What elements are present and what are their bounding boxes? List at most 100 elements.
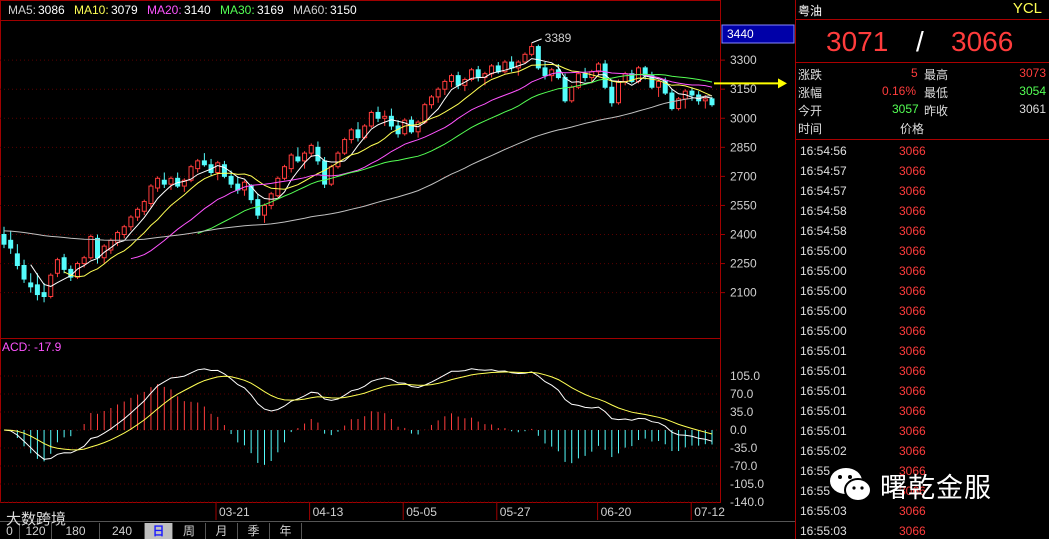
price-axis-label: 2400 [730,228,757,242]
pct-label: 涨幅 [798,86,823,100]
tick-time: 16:55:01 [800,384,847,398]
candle-up [54,259,60,274]
tick-time: 16:54:56 [800,144,847,158]
candle-up [569,86,575,102]
period-quarter[interactable]: 季 [238,523,270,539]
tick-price: 3066 [899,404,926,418]
ma-legend-value: 3140 [184,3,211,17]
period-240[interactable]: 240 [100,523,145,539]
price-axis-label: 2100 [730,286,757,300]
tick-time: 16:55 [800,484,831,498]
tick-time: 16:55:00 [800,244,847,258]
tick-row: 16:55:00 3066 [796,281,1049,301]
candle-down [475,69,481,79]
tick-row: 16:55:00 3066 [796,261,1049,281]
high-marker-pointer [531,38,542,44]
ma-legend-label: MA60: [293,3,328,17]
macd-axis-label: -35.0 [730,441,758,455]
date-axis-label: 03-21 [219,505,250,519]
chart-frame [0,0,721,503]
candle-down [509,61,515,69]
candle-down [95,237,101,259]
kline-chart-svg[interactable]: 3300 3150 3000 2850 2700 2550 2400 2250 2100 3440… [0,0,795,539]
price-axis-label: 3000 [730,111,757,125]
candle-up [81,257,87,265]
candle-up [622,73,628,82]
candle-up [155,177,161,189]
candle-up [195,160,201,170]
time-header: 时间 [798,122,823,136]
date-axis-label: 07-12 [694,505,725,519]
candle-down [34,284,40,296]
period-bar: 0 120 180 240 日 周 月 季 年 [0,521,795,539]
prev-close-value: 3061 [1019,102,1046,116]
candle-up [348,129,354,141]
tick-price: 3066 [899,184,926,198]
wechat-icon [830,468,872,502]
tick-price: 3066 [899,224,926,238]
bid-ask-box: 3071 / 3066 [796,19,1049,63]
tick-row: 16:55:01 3066 [796,401,1049,421]
tick-table-header: 时间 价格 [796,118,1049,140]
price-axis-label: 2550 [730,198,757,212]
candle-down [388,115,394,127]
tick-row: 16:55:01 3066 [796,341,1049,361]
ask-price: 3066 [951,26,1014,57]
period-week[interactable]: 周 [173,523,206,539]
ma10-line [63,63,713,278]
candle-up [529,46,535,55]
tick-price: 3066 [899,204,926,218]
tick-row: 16:54:56 3066 [796,141,1049,161]
ma-legend-label: MA20: [147,3,182,17]
candle-down [669,92,675,110]
prev-close-label: 昨收 [924,104,949,118]
tick-row: 16:55:00 3066 [796,241,1049,261]
ma-legend-label: MA10: [74,3,109,17]
candle-up [141,201,147,212]
candle-down [582,73,588,79]
candle-down [355,129,361,139]
price-axis-label: 3300 [730,53,757,67]
tick-time: 16:54:58 [800,224,847,238]
candle-up [128,216,134,228]
candle-up [261,204,267,216]
ma-legend-value: 3169 [257,3,284,17]
tick-price: 3066 [899,284,926,298]
candle-down [375,111,381,119]
tick-time: 16:54:57 [800,164,847,178]
tick-time: 16:55 [800,464,831,478]
bid-price: 3071 [826,26,889,57]
candle-down [221,164,227,177]
candle-down [555,69,561,79]
candle-up [135,208,141,218]
tick-row: 16:55:01 3066 [796,361,1049,381]
tick-price: 3066 [899,344,926,358]
kline-chart-panel[interactable]: 3300 3150 3000 2850 2700 2550 2400 2250 2100 3440… [0,0,795,539]
candle-down [495,65,501,73]
candle-up [656,80,662,88]
tick-time: 16:55:00 [800,264,847,278]
period-month[interactable]: 月 [206,523,238,539]
tick-price: 3066 [899,164,926,178]
candle-up [615,80,621,104]
candle-down [41,292,47,297]
instrument-code: YCL [1012,0,1042,17]
date-axis-label: 04-13 [313,505,344,519]
date-axis-label: 05-27 [500,505,531,519]
tick-time: 16:54:57 [800,184,847,198]
tick-time: 16:55:01 [800,364,847,378]
tick-price: 3066 [899,504,926,518]
tick-price: 3066 [899,424,926,438]
candle-up [522,53,528,63]
candle-down [709,98,715,106]
candle-down [689,90,695,96]
period-year[interactable]: 年 [270,523,302,539]
period-day[interactable]: 日 [145,523,173,539]
quote-row-change: 涨跌 5 最高 3073 [796,64,1049,82]
pct-value: 0.16% [882,84,917,98]
tick-row: 16:55:03 3066 [796,521,1049,539]
date-axis-label: 05-05 [406,505,437,519]
quote-row-pct: 涨幅 0.16% 最低 3054 [796,82,1049,100]
change-label: 涨跌 [798,68,823,82]
candle-down [14,253,20,266]
